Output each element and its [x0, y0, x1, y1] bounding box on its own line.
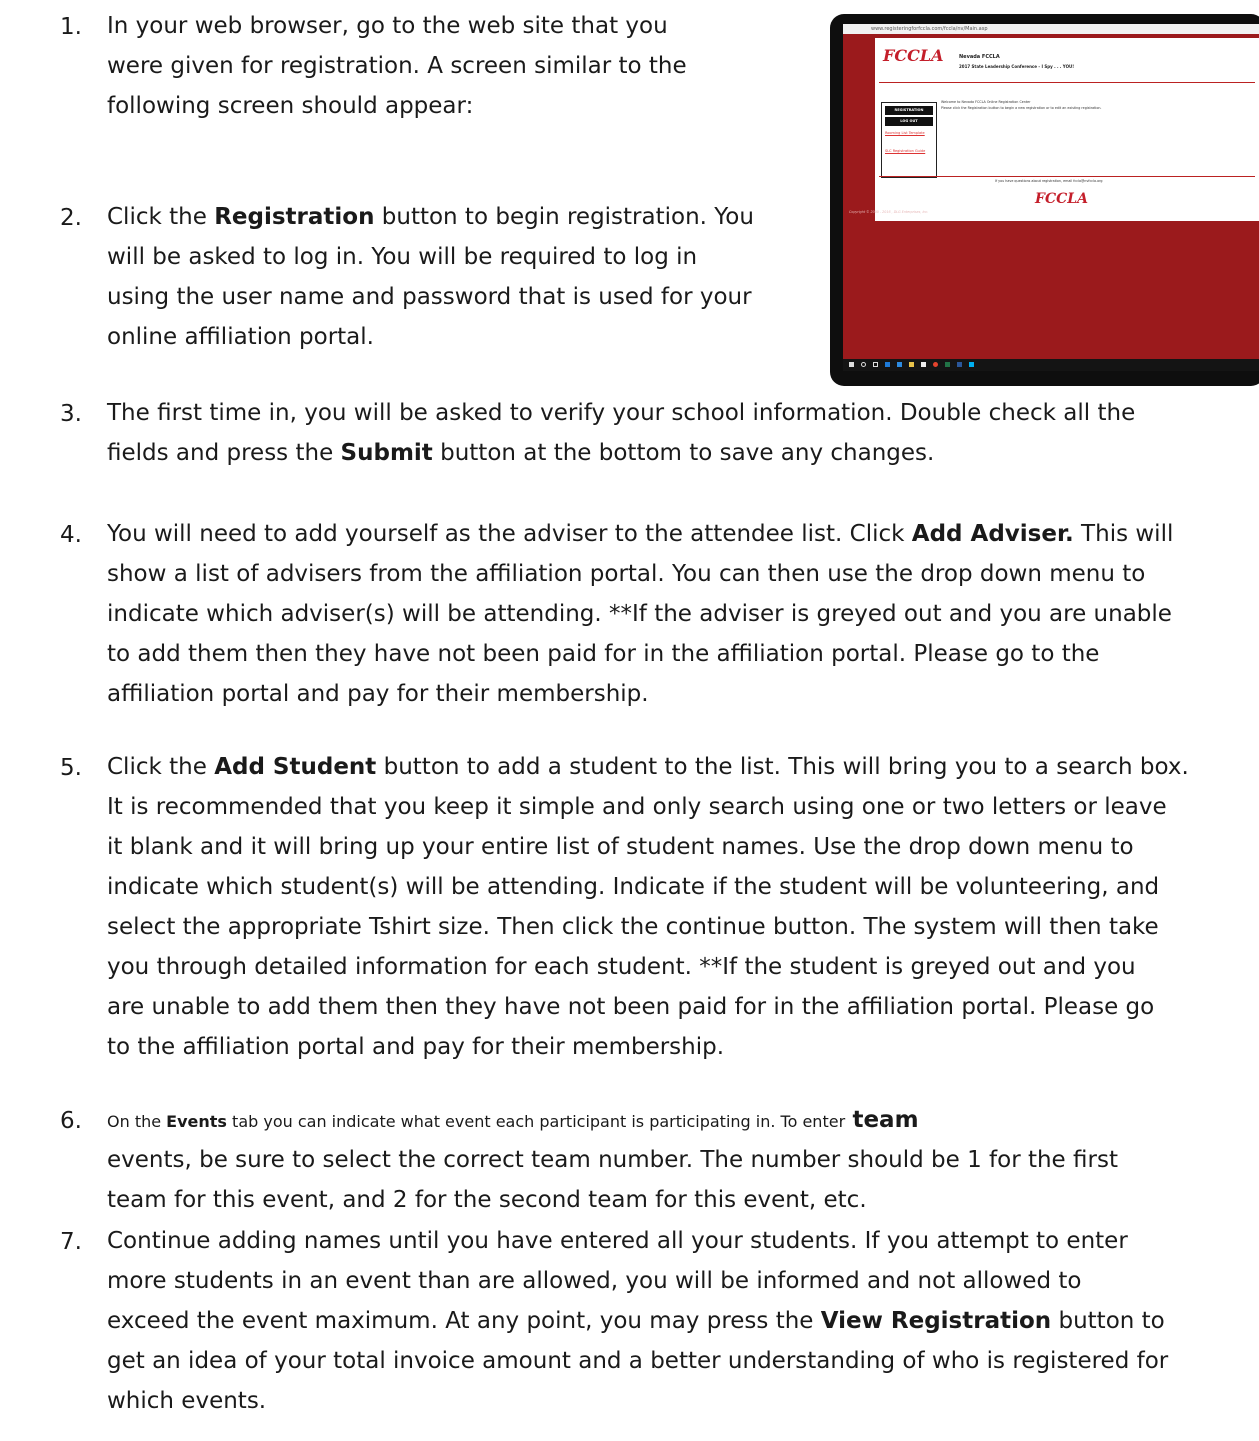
url-text: www.registeringforfccla.com/fccla/nv/Mai… [871, 26, 988, 32]
step-7-line: Continue adding names until you have ent… [107, 1228, 1128, 1254]
task-view-icon[interactable] [873, 362, 878, 367]
step-number: 2. [60, 205, 82, 231]
app-icon[interactable] [897, 362, 902, 367]
step-1-line: following screen should appear: [107, 93, 474, 119]
step-5-line: to the affiliation portal and pay for th… [107, 1034, 725, 1060]
logout-button[interactable]: LOG OUT [885, 117, 933, 126]
step-2-line: online affiliation portal. [107, 324, 374, 350]
fccla-logo-footer: FCCLA [1035, 191, 1088, 207]
registration-guide-link[interactable]: SLC Registration Guide [885, 149, 933, 153]
step-number: 5. [60, 755, 82, 781]
step-number: 1. [60, 14, 82, 40]
step-number: 4. [60, 522, 82, 548]
step-7-line: which events. [107, 1388, 267, 1414]
folder-icon[interactable] [909, 362, 914, 367]
step-number: 3. [60, 401, 82, 427]
step-6-line: On the Events tab you can indicate what … [107, 1107, 919, 1133]
step-6-line: events, be sure to select the correct te… [107, 1147, 1118, 1173]
step-1-line: were given for registration. A screen si… [107, 53, 687, 79]
step-1-line: In your web browser, go to the web site … [107, 13, 668, 39]
copyright-text: Copyright © 2000 - 2016 , DLG Enterprise… [849, 210, 929, 214]
conference-title: 2017 State Leadership Conference - I Spy… [959, 64, 1075, 69]
step-4-line: indicate which adviser(s) will be attend… [107, 601, 1172, 627]
step-5-line: indicate which student(s) will be attend… [107, 874, 1160, 900]
step-7-line: more students in an event than are allow… [107, 1268, 1082, 1294]
windows-icon[interactable] [849, 362, 854, 367]
org-name: Nevada FCCLA [959, 54, 1000, 60]
step-5-line: select the appropriate Tshirt size. Then… [107, 914, 1159, 940]
edge-icon[interactable] [885, 362, 890, 367]
questions-text: If you have questions about registration… [995, 179, 1103, 183]
step-5-line: it blank and it will bring up your entir… [107, 834, 1134, 860]
divider [879, 82, 1255, 83]
taskbar [843, 359, 1259, 371]
step-7-line: exceed the event maximum. At any point, … [107, 1308, 1165, 1334]
step-2-line: Click the Registration button to begin r… [107, 204, 754, 230]
step-number: 7. [60, 1229, 82, 1255]
step-3-line: The first time in, you will be asked to … [107, 400, 1136, 426]
excel-icon[interactable] [945, 362, 950, 367]
registration-site-screenshot: www.registeringforfccla.com/fccla/nv/Mai… [830, 14, 1259, 386]
step-number: 6. [60, 1108, 82, 1134]
step-4-line: affiliation portal and pay for their mem… [107, 681, 649, 707]
step-4-line: show a list of advisers from the affilia… [107, 561, 1146, 587]
browser-window: www.registeringforfccla.com/fccla/nv/Mai… [843, 24, 1259, 370]
welcome-text: Welcome to Nevada FCCLA Online Registrat… [941, 100, 1031, 104]
registration-button[interactable]: REGISTRATION [885, 106, 933, 115]
search-icon[interactable] [861, 362, 866, 367]
step-5-line: are unable to add them then they have no… [107, 994, 1155, 1020]
divider [879, 176, 1255, 177]
step-2-line: will be asked to log in. You will be req… [107, 244, 698, 270]
step-3-line: fields and press the Submit button at th… [107, 440, 935, 466]
address-bar: www.registeringforfccla.com/fccla/nv/Mai… [843, 24, 1259, 34]
step-5-line: It is recommended that you keep it simpl… [107, 794, 1167, 820]
step-6-line: team for this event, and 2 for the secon… [107, 1187, 867, 1213]
chrome-icon[interactable] [933, 362, 938, 367]
site-sidebar: REGISTRATION LOG OUT Rooming List Templa… [881, 102, 937, 178]
step-5-line: you through detailed information for eac… [107, 954, 1136, 980]
fccla-logo: FCCLA [883, 46, 944, 65]
word-icon[interactable] [957, 362, 962, 367]
site-page: FCCLA Nevada FCCLA 2017 State Leadership… [875, 38, 1259, 221]
step-5-line: Click the Add Student button to add a st… [107, 754, 1189, 780]
step-7-line: get an idea of your total invoice amount… [107, 1348, 1169, 1374]
rooming-list-link[interactable]: Rooming List Template [885, 131, 933, 135]
instruction-text: Please click the Registration button to … [941, 106, 1102, 110]
skype-icon[interactable] [969, 362, 974, 367]
step-4-line: You will need to add yourself as the adv… [107, 521, 1174, 547]
store-icon[interactable] [921, 362, 926, 367]
step-2-line: using the user name and password that is… [107, 284, 752, 310]
step-4-line: to add them then they have not been paid… [107, 641, 1100, 667]
